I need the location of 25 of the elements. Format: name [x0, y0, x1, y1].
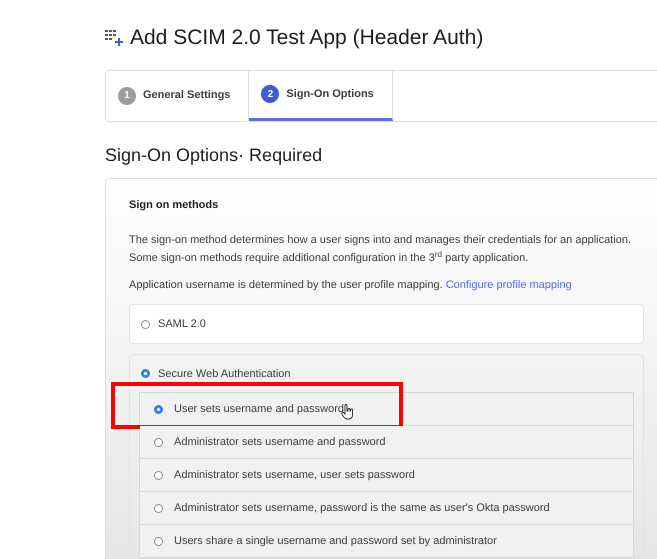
- option-label: Administrator sets username, password is the same as user's Okta password: [174, 500, 550, 516]
- radio-button[interactable]: [154, 536, 163, 546]
- page-title: Add SCIM 2.0 Test App (Header Auth): [130, 25, 484, 51]
- mapping-text: Application username is determined by the user profile mapping. Configure profile mapping: [129, 278, 573, 293]
- option-label: Administrator sets username and password: [174, 434, 386, 450]
- radio-button[interactable]: [154, 504, 163, 512]
- step-number: 1: [118, 86, 136, 104]
- description: The sign-on method determines how a user signs into and manages their credentials for an application. Some sign-on methods require additional configuration in the 3$^{rd}$ party application.: [129, 233, 632, 266]
- radio-button[interactable]: [154, 438, 163, 446]
- section-heading: Sign on methods: [129, 198, 220, 212]
- step-number: 2: [261, 85, 280, 103]
- section-title: Sign-On Options· Required: [105, 144, 324, 167]
- step-tab[interactable]: 1 General Settings: [106, 70, 250, 120]
- radio-button[interactable]: [141, 320, 150, 329]
- radio-button[interactable]: [154, 404, 163, 414]
- step-tab[interactable]: 2 Sign-On Options: [249, 70, 393, 120]
- option-label: Administrator sets username, user sets password: [174, 468, 415, 483]
- configure-link[interactable]: Configure profile mapping: [446, 279, 572, 291]
- method-label: Secure Web Authentication: [158, 366, 290, 382]
- radio-button[interactable]: [154, 470, 163, 480]
- option-label: User sets username and password: [174, 402, 344, 417]
- method-label: SAML 2.0: [158, 317, 206, 332]
- option-label: Users share a single username and password set by administrator: [174, 534, 497, 549]
- app-grid-add-icon: [105, 29, 124, 46]
- radio-button[interactable]: [141, 369, 150, 378]
